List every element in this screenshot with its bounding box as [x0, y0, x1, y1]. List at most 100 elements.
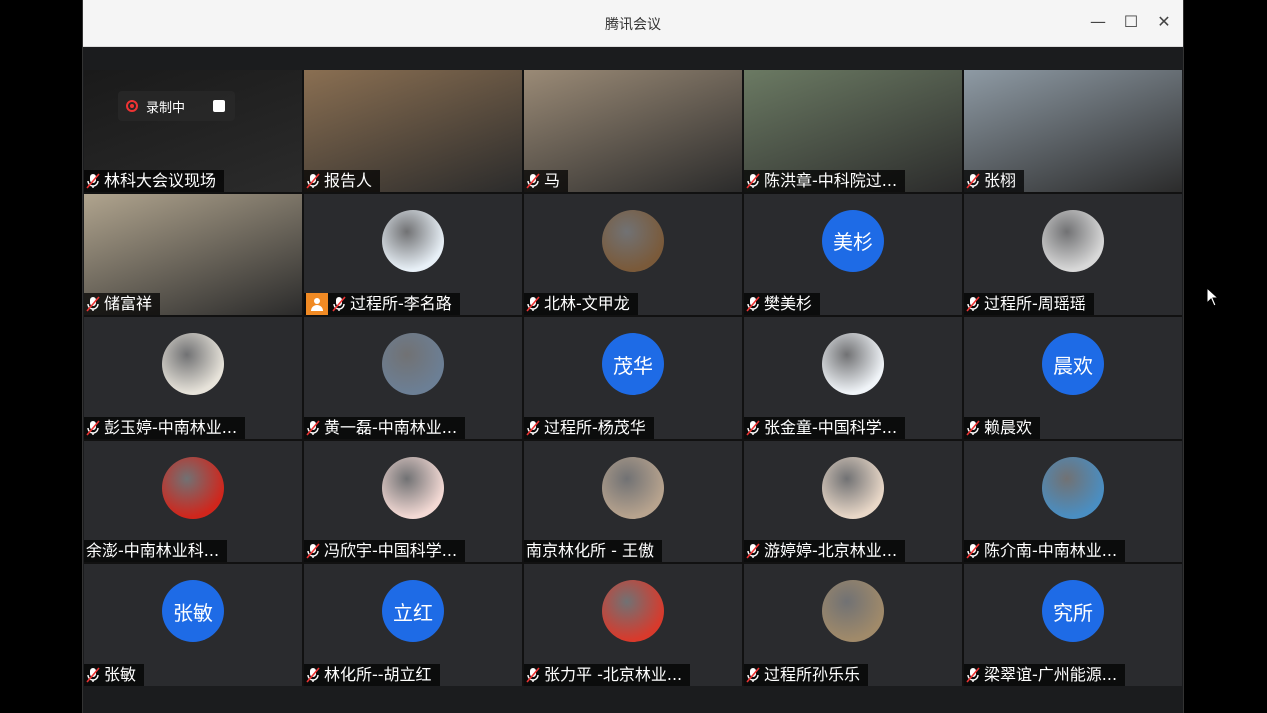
- text-avatar: 究所: [1042, 580, 1104, 643]
- participant-tile[interactable]: 晨欢赖晨欢: [964, 317, 1182, 439]
- participant-name-label: 陈介南-中南林业...: [964, 540, 1126, 563]
- minimize-button[interactable]: —: [1086, 10, 1110, 34]
- photo-avatar-icon: [602, 456, 664, 519]
- photo-avatar-icon: [1042, 209, 1104, 272]
- flower-avatar-icon: [602, 580, 664, 643]
- participant-tile[interactable]: 黄一磊-中南林业...: [304, 317, 522, 439]
- participant-name: 梁翠谊-广州能源...: [984, 664, 1118, 684]
- participant-tile[interactable]: 张敏 张敏: [84, 564, 302, 686]
- record-icon: [126, 100, 138, 112]
- participant-name-label: 过程所孙乐乐: [744, 663, 869, 686]
- mic-muted-icon: [526, 420, 544, 436]
- mic-muted-icon: [746, 667, 764, 683]
- participant-tile[interactable]: 彭玉婷-中南林业...: [84, 317, 302, 439]
- participant-tile[interactable]: 过程所-周瑶瑶: [964, 193, 1182, 316]
- participant-tile[interactable]: 录制中 林科大会议现场: [84, 70, 302, 192]
- participant-grid: 录制中 林科大会议现场报告人 马陈洪章-中科院过... 张栩储富祥 过程所-李名路 北林-…: [84, 70, 1182, 686]
- participant-tile[interactable]: 张栩: [964, 70, 1182, 192]
- participant-name-label: 梁翠谊-广州能源...: [964, 663, 1126, 686]
- text-avatar: 张敏: [162, 580, 224, 643]
- participant-name: 赖晨欢: [984, 417, 1033, 437]
- participant-name: 彭玉婷-中南林业...: [104, 417, 238, 437]
- title-bar: 腾讯会议 — ☐ ✕: [83, 0, 1183, 47]
- text-avatar: 美杉: [822, 209, 884, 272]
- mic-muted-icon: [746, 173, 764, 189]
- participant-name-label: 陈洪章-中科院过...: [744, 169, 906, 192]
- participant-tile[interactable]: 冯欣宇-中国科学...: [304, 440, 522, 563]
- host-icon: [306, 293, 328, 316]
- participant-name-label: 冯欣宇-中国科学...: [304, 540, 466, 563]
- temple-avatar-icon: [822, 580, 884, 643]
- mic-muted-icon: [966, 173, 984, 189]
- participant-tile[interactable]: 马: [524, 70, 742, 192]
- participant-name: 报告人: [324, 170, 373, 190]
- participant-name: 余澎-中南林业科...: [86, 541, 220, 561]
- participant-name: 林化所--胡立红: [324, 664, 432, 684]
- participant-name-label: 张金童-中国科学...: [744, 416, 906, 439]
- participant-name: 南京林化所 - 王傲: [526, 541, 654, 561]
- participant-name: 过程所-李名路: [350, 294, 452, 314]
- participant-tile[interactable]: 张金童-中国科学...: [744, 317, 962, 439]
- mic-muted-icon: [966, 296, 984, 312]
- participant-tile[interactable]: 陈介南-中南林业...: [964, 440, 1182, 563]
- mic-muted-icon: [526, 173, 544, 189]
- participant-tile[interactable]: 过程所-李名路: [304, 193, 522, 316]
- participant-name: 黄一磊-中南林业...: [324, 417, 458, 437]
- participant-name: 储富祥: [104, 294, 153, 314]
- graduate-avatar-icon: [822, 333, 884, 396]
- participant-tile[interactable]: 美杉樊美杉: [744, 193, 962, 316]
- participant-name-label: 过程所-周瑶瑶: [964, 293, 1094, 316]
- mic-muted-icon: [306, 667, 324, 683]
- participant-name: 北林-文甲龙: [544, 294, 630, 314]
- mic-muted-icon: [746, 296, 764, 312]
- participant-name-label: 报告人: [304, 169, 381, 192]
- mic-muted-icon: [746, 543, 764, 559]
- participant-name-label: 黄一磊-中南林业...: [304, 416, 466, 439]
- plant-avatar-icon: [162, 333, 224, 396]
- participant-name: 樊美杉: [764, 294, 813, 314]
- participant-name-label: 赖晨欢: [964, 416, 1041, 439]
- participant-tile[interactable]: 南京林化所 - 王傲: [524, 440, 742, 563]
- participant-name: 冯欣宇-中国科学...: [324, 541, 458, 561]
- participant-name-label: 过程所-李名路: [304, 293, 460, 316]
- participant-tile[interactable]: 张力平 -北京林业...: [524, 564, 742, 686]
- participant-name-label: 张敏: [84, 663, 145, 686]
- participant-name: 张敏: [104, 664, 137, 684]
- participant-name: 陈洪章-中科院过...: [764, 170, 898, 190]
- participant-tile[interactable]: 报告人: [304, 70, 522, 192]
- participant-name: 游婷婷-北京林业...: [764, 541, 898, 561]
- photo-avatar-icon: [602, 209, 664, 272]
- mic-muted-icon: [86, 296, 104, 312]
- participant-tile[interactable]: 过程所孙乐乐: [744, 564, 962, 686]
- participant-tile[interactable]: 北林-文甲龙: [524, 193, 742, 316]
- recording-label: 录制中: [146, 100, 186, 116]
- text-avatar: 晨欢: [1042, 333, 1104, 396]
- participant-name: 张栩: [984, 170, 1017, 190]
- recording-indicator[interactable]: 录制中: [118, 91, 235, 121]
- festival-avatar-icon: [162, 456, 224, 519]
- cartoon-avatar-icon: [382, 209, 444, 272]
- mic-muted-icon: [86, 667, 104, 683]
- mic-muted-icon: [966, 420, 984, 436]
- mic-muted-icon: [306, 420, 324, 436]
- participant-name: 陈介南-中南林业...: [984, 541, 1118, 561]
- mic-muted-icon: [526, 667, 544, 683]
- stop-recording-icon[interactable]: [213, 100, 225, 112]
- participant-tile[interactable]: 陈洪章-中科院过...: [744, 70, 962, 192]
- participant-name-label: 张力平 -北京林业...: [524, 663, 691, 686]
- participant-tile[interactable]: 究所梁翠谊-广州能源...: [964, 564, 1182, 686]
- participant-name-label: 南京林化所 - 王傲: [524, 540, 662, 563]
- participant-tile[interactable]: 茂华 过程所-杨茂华: [524, 317, 742, 439]
- participant-name-label: 北林-文甲龙: [524, 293, 638, 316]
- text-avatar: 茂华: [602, 333, 664, 396]
- close-button[interactable]: ✕: [1152, 10, 1176, 34]
- lake-avatar-icon: [382, 333, 444, 396]
- mic-muted-icon: [966, 543, 984, 559]
- participant-name-label: 林化所--胡立红: [304, 663, 440, 686]
- participant-name: 过程所孙乐乐: [764, 664, 861, 684]
- participant-tile[interactable]: 余澎-中南林业科...: [84, 440, 302, 563]
- maximize-button[interactable]: ☐: [1119, 10, 1143, 34]
- participant-tile[interactable]: 储富祥: [84, 193, 302, 316]
- participant-tile[interactable]: 游婷婷-北京林业...: [744, 440, 962, 563]
- participant-tile[interactable]: 立红 林化所--胡立红: [304, 564, 522, 686]
